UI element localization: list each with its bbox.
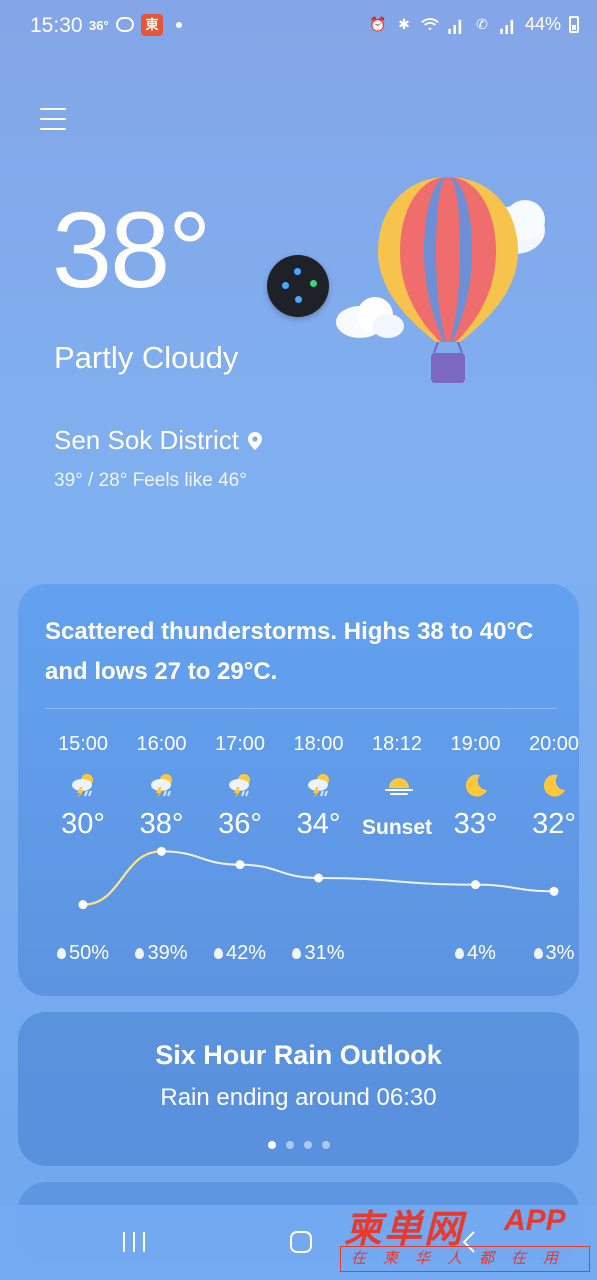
temperature-point (471, 880, 480, 890)
thunderstorm-icon (68, 770, 98, 800)
watermark: 柬単网 APP 在柬华人都在用 (338, 1196, 594, 1276)
cloud-front-icon (336, 297, 404, 338)
watermark-app-label: APP (504, 1204, 566, 1237)
status-temp: 36° (89, 18, 109, 33)
current-temperature: 38° (52, 189, 211, 310)
status-time: 15:30 (30, 14, 83, 37)
location-name: Sen Sok District (54, 425, 239, 455)
signal-icon (448, 19, 462, 34)
page-dot[interactable] (285, 1141, 294, 1149)
hour-temperature: 30° (61, 808, 105, 840)
recent-apps-button[interactable] (123, 1232, 145, 1252)
temperature-point (549, 886, 559, 896)
bluetooth-icon: ✱ (398, 16, 410, 32)
raindrop-icon (533, 948, 543, 959)
hour-temperature: 36° (218, 808, 262, 840)
watermark-slogan: 在柬华人都在用 (340, 1246, 590, 1272)
hour-time: 15:00 (57, 733, 109, 755)
thunderstorm-icon (147, 770, 177, 800)
rain-outlook-title: Six Hour Rain Outlook (155, 1040, 442, 1070)
chat-notification-icon (116, 17, 134, 32)
moon-icon (461, 770, 491, 800)
more-notifications-icon (176, 22, 182, 28)
rain-outlook-subtitle: Rain ending around 06:30 (160, 1084, 437, 1111)
watermark-logo: 柬単网 (344, 1209, 465, 1251)
moon-icon (539, 770, 569, 800)
hour-time: 20:00 (528, 733, 579, 755)
thunderstorm-icon (225, 770, 255, 800)
precipitation-value: 4% (467, 942, 496, 964)
menu-icon[interactable] (40, 108, 66, 132)
temperature-point (314, 873, 323, 883)
battery-icon (569, 16, 579, 33)
temperature-line-highlight (82, 850, 162, 906)
precipitation-value: 31% (304, 942, 345, 964)
home-button[interactable] (290, 1231, 312, 1253)
temperature-point (235, 860, 245, 870)
precipitation-value: 3% (545, 942, 575, 964)
call-icon: ✆ (476, 16, 488, 32)
raindrop-icon (455, 948, 465, 959)
temperature-point (78, 900, 88, 910)
raindrop-icon (135, 948, 145, 959)
raindrop-icon (292, 948, 302, 959)
page-dot[interactable] (267, 1141, 276, 1149)
app-notification-icon: 東 (141, 14, 163, 36)
location-pin-icon (247, 431, 262, 450)
hour-precipitation: 4% (431, 942, 521, 965)
weather-condition: Partly Cloudy (54, 340, 239, 375)
hour-precipitation: 31% (274, 942, 364, 965)
divider (45, 708, 557, 709)
hour-time: 19:00 (450, 733, 501, 755)
page-indicator[interactable] (18, 1136, 579, 1154)
hour-temperature: Sunset (361, 816, 432, 839)
rain-outlook-card[interactable]: Six Hour Rain Outlook Rain ending around… (18, 1012, 579, 1166)
hot-air-balloon-illustration (336, 177, 545, 383)
precipitation-value: 50% (68, 942, 110, 964)
hour-time: 17:00 (214, 733, 266, 755)
floating-assistant-button[interactable] (267, 255, 329, 317)
sunset-icon (382, 770, 413, 800)
location[interactable]: Sen Sok District (54, 425, 263, 456)
page-dot[interactable] (303, 1141, 312, 1149)
forecast-summary: Scattered thunderstorms. Highs 38 to 40°… (45, 618, 534, 685)
hour-temperature: 33° (453, 808, 498, 840)
hour-temperature: 32° (532, 808, 576, 840)
temperature-point (157, 846, 166, 856)
wifi-icon (421, 17, 439, 30)
hourly-forecast-strip[interactable]: 15:00 30° 50% 16:00 38° 39% 17:00 36° 42% 18:00 34… (18, 718, 579, 988)
raindrop-icon (213, 948, 223, 959)
battery-percent: 44% (524, 14, 561, 34)
balloon-basket (431, 353, 465, 383)
alarm-icon: ⏰ (369, 16, 387, 32)
hour-time: 16:00 (136, 733, 187, 755)
hour-temperature: 38° (139, 808, 184, 840)
precipitation-value: 42% (225, 942, 267, 964)
temperature-range: 39° / 28° Feels like 46° (54, 470, 247, 491)
hourly-forecast-card[interactable]: Scattered thunderstorms. Highs 38 to 40°… (18, 584, 579, 996)
status-bar: 15:30 36° 東 ⏰ ✱ ✆ 44% (0, 0, 597, 52)
hour-precipitation: 50% (38, 942, 128, 965)
hour-precipitation: 39% (117, 942, 207, 965)
page-dot[interactable] (321, 1141, 330, 1149)
hour-precipitation: 3% (509, 942, 579, 965)
balloon-envelope (378, 177, 518, 342)
status-icons: ⏰ ✱ ✆ 44% (369, 14, 579, 35)
thunderstorm-icon (304, 770, 334, 800)
signal-2-icon (500, 19, 514, 34)
hour-time: 18:00 (293, 733, 344, 755)
precipitation-value: 39% (147, 942, 188, 964)
hour-precipitation: 42% (195, 942, 285, 965)
hour-temperature: 34° (296, 808, 341, 840)
hour-time: 18:12 (371, 733, 423, 755)
raindrop-icon (56, 948, 66, 959)
